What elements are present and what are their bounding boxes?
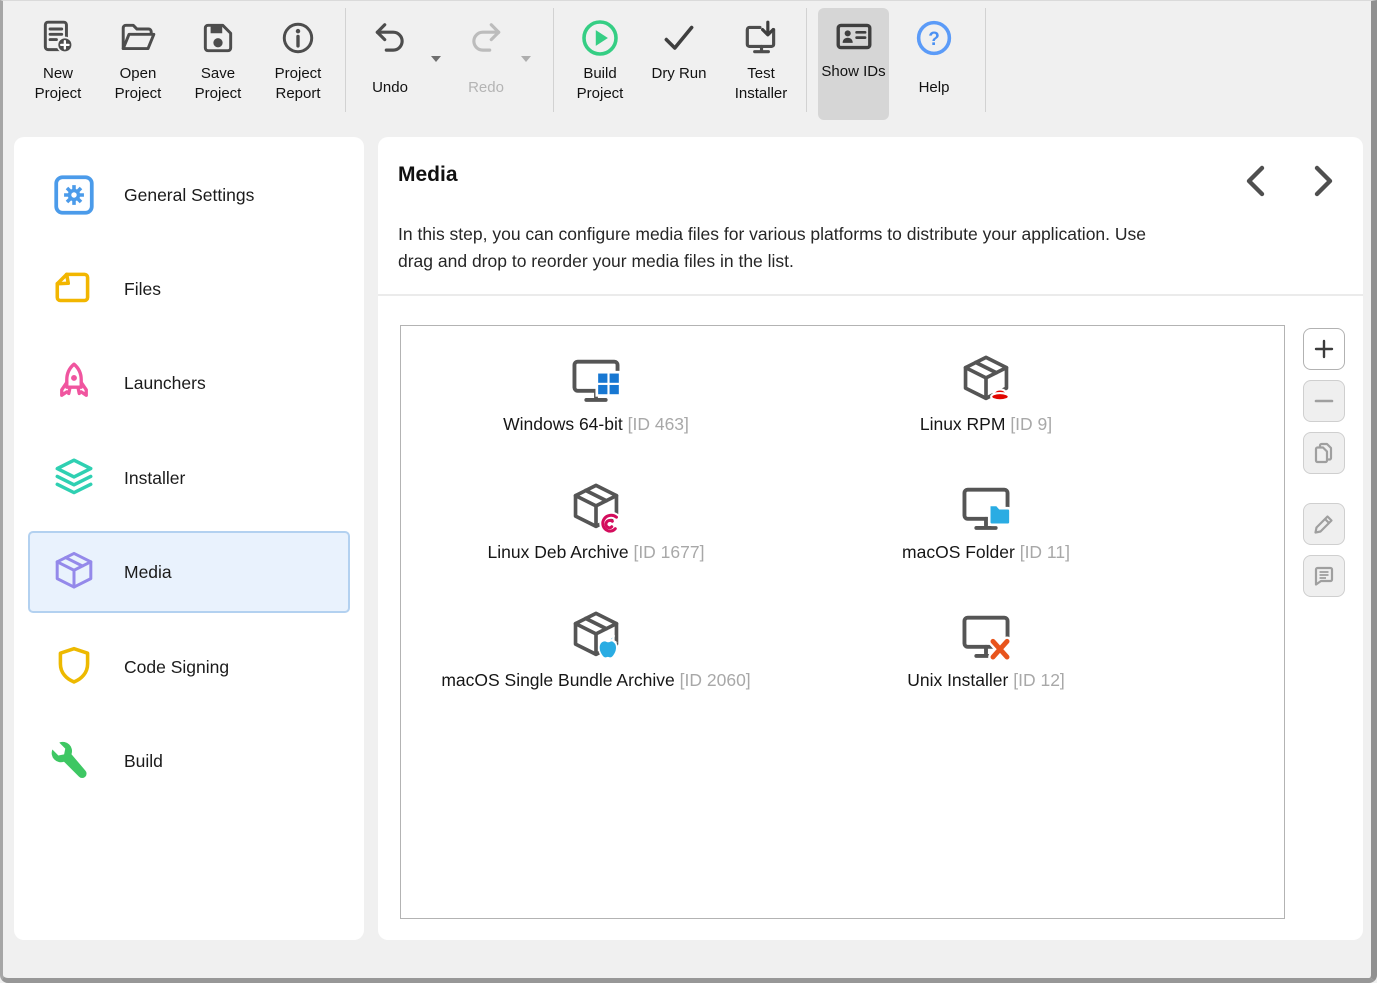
add-media-button[interactable] [1303,328,1345,370]
media-item-id: [ID 11] [1020,542,1070,562]
package-redhat-icon [958,334,1014,408]
undo-button[interactable]: Undo [350,10,430,120]
duplicate-media-button[interactable] [1303,432,1345,474]
media-item-name: macOS Folder [902,542,1015,562]
wrench-icon [50,737,98,785]
open-folder-icon [119,14,157,62]
project-report-label: Project Report [258,64,338,103]
undo-icon [370,14,410,62]
build-play-icon [580,14,620,62]
help-label: Help [919,78,950,98]
toolbar-separator [806,8,807,112]
new-project-label: New Project [18,64,98,103]
media-item-macos-folder[interactable]: macOS Folder [ID 11] [791,462,1181,590]
comments-button[interactable] [1303,555,1345,597]
open-project-button[interactable]: Open Project [98,10,178,120]
sidebar-item-label: General Settings [124,185,254,206]
project-report-button[interactable]: Project Report [258,10,338,120]
sidebar-item-label: Build [124,751,163,772]
redo-label: Redo [468,78,504,98]
page-title: Media [398,163,458,187]
toolbar: New Project Open Project Save Project Pr… [0,0,1377,128]
media-item-name: macOS Single Bundle Archive [441,670,674,690]
remove-media-button[interactable] [1303,380,1345,422]
toolbar-separator [553,8,554,112]
sidebar-item-label: Launchers [124,373,206,394]
test-installer-button[interactable]: Test Installer [721,10,801,120]
new-project-icon [39,14,77,62]
shield-icon [50,643,98,691]
sidebar-item-label: Installer [124,468,185,489]
media-item-id: [ID 2060] [680,670,751,690]
show-ids-button[interactable]: Show IDs [818,8,889,120]
sidebar-item-code-signing[interactable]: Code Signing [28,626,350,708]
build-project-button[interactable]: Build Project [560,10,640,120]
sidebar: General Settings Files Launchers Install… [14,137,364,940]
step-description: In this step, you can configure media fi… [398,221,1178,275]
media-item-unix-installer[interactable]: Unix Installer [ID 12] [791,590,1181,718]
media-item-name: Unix Installer [907,670,1008,690]
sidebar-item-label: Files [124,279,161,300]
media-item-linux-rpm[interactable]: Linux RPM [ID 9] [791,334,1181,462]
media-item-windows-64-bit[interactable]: Windows 64-bit [ID 463] [401,334,791,462]
media-item-id: [ID 1677] [633,542,704,562]
media-step-panel: Media In this step, you can configure me… [378,137,1363,940]
redo-button[interactable]: Redo [446,10,526,120]
gear-icon [50,171,98,219]
dry-run-label: Dry Run [651,64,706,84]
media-item-id: [ID 12] [1013,670,1065,690]
media-list[interactable]: Windows 64-bit [ID 463] Linux RPM [ID 9]… [400,325,1285,919]
save-floppy-icon [199,14,237,62]
media-item-macos-single-bundle-archive[interactable]: macOS Single Bundle Archive [ID 2060] [401,590,791,718]
monitor-folder-icon [958,462,1014,536]
undo-dropdown-arrow[interactable] [431,56,441,62]
sidebar-item-label: Media [124,562,172,583]
sidebar-item-launchers[interactable]: Launchers [28,342,350,424]
monitor-x-icon [958,590,1014,664]
sidebar-item-build[interactable]: Build [28,720,350,802]
help-button[interactable]: ? Help [899,10,969,120]
media-item-id: [ID 9] [1010,414,1052,434]
rocket-icon [50,359,98,407]
undo-label: Undo [372,78,408,98]
sidebar-item-media[interactable]: Media [28,531,350,613]
info-circle-icon [279,14,317,62]
id-card-icon [834,12,874,60]
new-project-button[interactable]: New Project [18,10,98,120]
package-box-icon [50,548,98,596]
show-ids-label: Show IDs [821,62,885,82]
next-step-button[interactable] [1304,161,1344,201]
open-project-label: Open Project [98,64,178,103]
toolbar-separator [985,8,986,112]
monitor-download-icon [741,14,781,62]
save-project-label: Save Project [178,64,258,103]
test-installer-label: Test Installer [721,64,801,103]
package-debian-icon [568,462,624,536]
build-project-label: Build Project [560,64,640,103]
toolbar-separator [345,8,346,112]
package-apple-icon [568,590,624,664]
previous-step-button[interactable] [1235,161,1275,201]
media-item-name: Linux RPM [920,414,1006,434]
sidebar-item-files[interactable]: Files [28,248,350,330]
sidebar-item-installer[interactable]: Installer [28,437,350,519]
media-item-linux-deb-archive[interactable]: Linux Deb Archive [ID 1677] [401,462,791,590]
header-divider [378,294,1363,296]
help-question-icon: ? [914,14,954,62]
svg-text:?: ? [928,29,940,50]
save-project-button[interactable]: Save Project [178,10,258,120]
sidebar-item-general-settings[interactable]: General Settings [28,154,350,236]
media-item-name: Windows 64-bit [503,414,623,434]
dry-run-button[interactable]: Dry Run [639,10,719,120]
edit-media-button[interactable] [1303,503,1345,545]
media-item-name: Linux Deb Archive [488,542,629,562]
checkmark-icon [659,14,699,62]
redo-icon [466,14,506,62]
monitor-windows-icon [568,334,624,408]
layers-icon [50,454,98,502]
media-item-id: [ID 463] [628,414,689,434]
file-page-icon [50,265,98,313]
sidebar-item-label: Code Signing [124,657,229,678]
redo-dropdown-arrow[interactable] [521,56,531,62]
